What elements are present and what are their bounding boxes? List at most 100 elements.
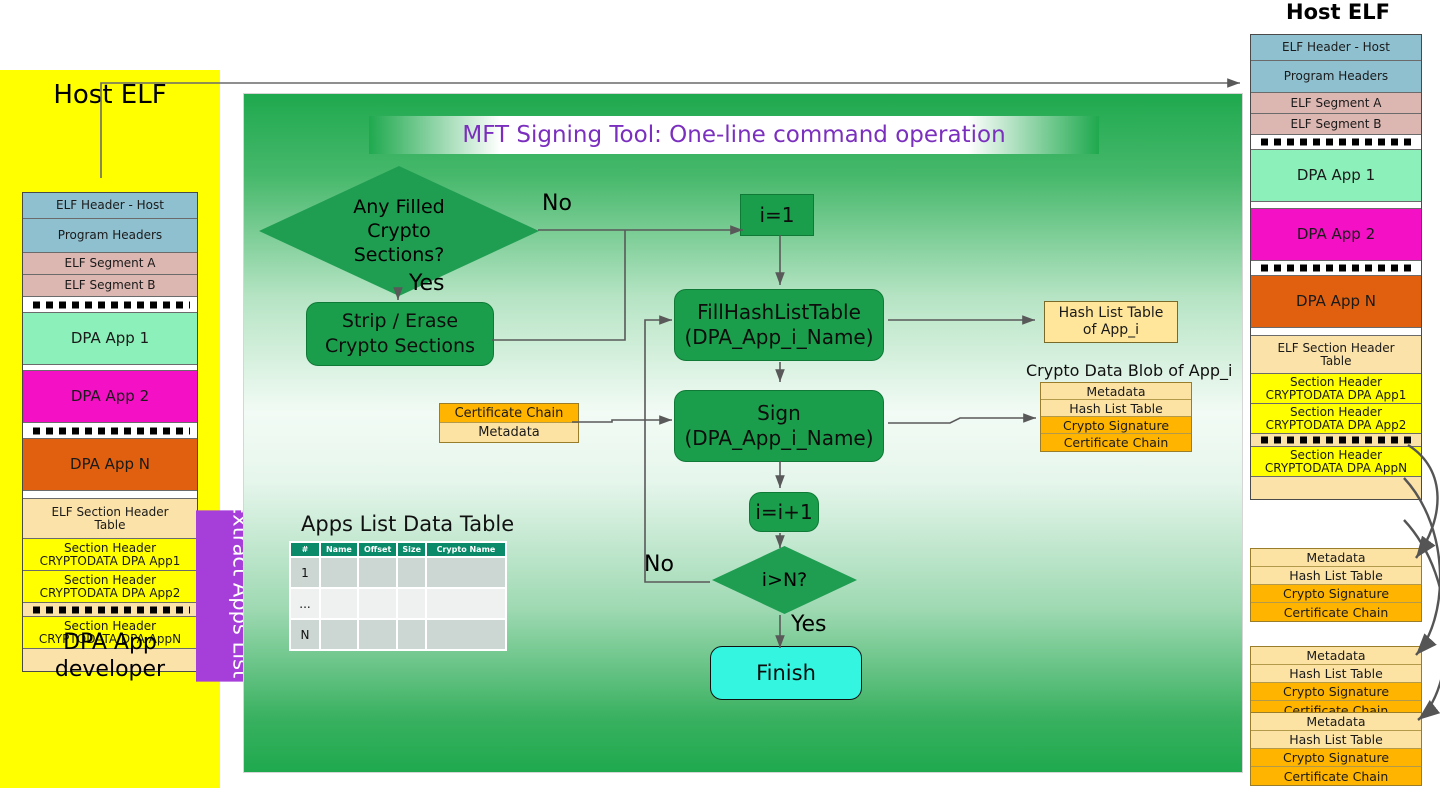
- apps-table-cell: [398, 620, 425, 649]
- elf-row-section-header-cryptodata-dpa-app1: Section Header CRYPTODATA DPA App1: [23, 539, 197, 571]
- elf-row-spacer-4: [23, 297, 197, 313]
- elf-row-label: ELF Segment A: [64, 256, 156, 270]
- elf-row-label: ELF Segment A: [1290, 95, 1382, 110]
- elf-row-spacer-14: [23, 603, 197, 617]
- elf-row-elf-header-host: ELF Header - Host: [1251, 35, 1421, 61]
- blob-row-metadata: Metadata: [1041, 383, 1191, 400]
- elf-row-elf-segment-a: ELF Segment A: [1251, 93, 1421, 114]
- elf-row-label: ELF Header - Host: [56, 198, 164, 212]
- apps-table-cell: [398, 558, 425, 587]
- elf-row-label: DPA App N: [70, 455, 150, 473]
- elf-row-dpa-app-2: DPA App 2: [23, 371, 197, 423]
- apps-table-cell: [398, 589, 425, 618]
- blob-row-hash-list-table: Hash List Table: [1041, 400, 1191, 417]
- strip-erase-crypto-sections-box: Strip / Erase Crypto Sections: [306, 302, 494, 366]
- edge-label-no-1: No: [542, 191, 572, 216]
- elf-row-dpa-app-1: DPA App 1: [23, 313, 197, 365]
- apps-table-cell: [321, 620, 357, 649]
- elf-row-label: ELF Header - Host: [1282, 40, 1390, 54]
- elf-row-section-header-cryptodata-dpa-app2: Section Header CRYPTODATA DPA App2: [1251, 404, 1421, 434]
- mft-signing-tool-panel: MFT Signing Tool: One-line command opera…: [243, 93, 1243, 773]
- elf-row-spacer-6: [1251, 202, 1421, 209]
- elf-row-section-header-cryptodata-dpa-app2: Section Header CRYPTODATA DPA App2: [23, 571, 197, 603]
- apps-table-row: ...: [291, 589, 505, 618]
- elf-row-dpa-app-2: DPA App 2: [1251, 209, 1421, 261]
- crypto-data-blob: Metadata Hash List Table Crypto Signature C…: [1040, 382, 1192, 452]
- elf-row-program-headers: Program Headers: [23, 219, 197, 253]
- blob-row-metadata: Metadata: [1251, 713, 1421, 731]
- blob-row-crypto-signature: Crypto Signature: [1251, 585, 1421, 603]
- blob-row-hash-list-table: Hash List Table: [1251, 665, 1421, 683]
- right-crypto-blob-1: Metadata Hash List Table Crypto Signature C…: [1250, 548, 1422, 622]
- hash-list-table-of-app-box: Hash List Table of App_i: [1044, 301, 1178, 343]
- apps-table-cell: [358, 620, 397, 649]
- elf-row-spacer-16: [1251, 477, 1421, 499]
- left-host-elf-layout: ELF Header - Host Program Headers ELF Segm…: [22, 192, 198, 672]
- elf-row-elf-header-host: ELF Header - Host: [23, 193, 197, 219]
- elf-row-section-header-cryptodata-dpa-appn: Section Header CRYPTODATA DPA AppN: [1251, 447, 1421, 477]
- blob-row-crypto-signature: Crypto Signature: [1251, 683, 1421, 701]
- edge-label-no-2: No: [644, 552, 674, 577]
- elf-row-elf-section-header-table: ELF Section Header Table: [1251, 336, 1421, 374]
- apps-table-cell: [426, 620, 505, 649]
- fill-hash-list-table-box: FillHashListTable (DPA_App_i_Name): [674, 289, 884, 361]
- decision-2-text: i>N?: [761, 569, 808, 591]
- metadata-row: Metadata: [440, 423, 578, 442]
- elf-row-elf-section-header-table: ELF Section Header Table: [23, 499, 197, 539]
- increment-i-box: i=i+1: [749, 492, 819, 532]
- elf-row-spacer-8: [23, 423, 197, 439]
- developer-line-1: DPA App: [63, 630, 157, 655]
- apps-table-cell: [426, 558, 505, 587]
- elf-row-section-header-cryptodata-dpa-app1: Section Header CRYPTODATA DPA App1: [1251, 374, 1421, 404]
- init-i-box: i=1: [740, 194, 814, 236]
- elf-row-spacer-14: [1251, 434, 1421, 447]
- blob-row-certificate-chain: Certificate Chain: [1041, 434, 1191, 451]
- apps-table-header-offset: Offset: [358, 543, 397, 556]
- elf-row-label: ELF Segment B: [1290, 116, 1382, 131]
- elf-row-dpa-app-n: DPA App N: [23, 439, 197, 491]
- apps-table-cell: [426, 589, 505, 618]
- elf-row-label: Program Headers: [57, 228, 163, 242]
- elf-row-label: Section Header CRYPTODATA DPA AppN: [1264, 447, 1408, 475]
- elf-row-label: DPA App N: [1296, 292, 1376, 310]
- panel-title-bar: MFT Signing Tool: One-line command opera…: [369, 116, 1099, 154]
- elf-row-program-headers: Program Headers: [1251, 61, 1421, 93]
- elf-row-spacer-10: [1251, 328, 1421, 336]
- right-host-elf-title: Host ELF: [1286, 0, 1390, 24]
- decision-any-filled-crypto-sections: Any Filled Crypto Sections?: [259, 166, 539, 296]
- apps-table-row: N: [291, 620, 505, 649]
- elf-row-elf-segment-b: ELF Segment B: [1251, 114, 1421, 135]
- elf-row-label: ELF Section Header Table: [1277, 340, 1395, 368]
- apps-table-header-size: Size: [398, 543, 425, 556]
- blob-row-certificate-chain: Certificate Chain: [1251, 603, 1421, 621]
- elf-row-dpa-app-n: DPA App N: [1251, 276, 1421, 328]
- apps-table-header-: #: [291, 543, 319, 556]
- diagram-canvas: Host ELF ELF Header - Host Program Header…: [0, 0, 1440, 788]
- apps-table-cell: [321, 558, 357, 587]
- elf-row-label: Section Header CRYPTODATA DPA App1: [39, 540, 181, 568]
- apps-table-cell: [358, 589, 397, 618]
- left-host-elf-title: Host ELF: [53, 80, 167, 110]
- blob-row-metadata: Metadata: [1251, 549, 1421, 567]
- elf-row-spacer-8: [1251, 261, 1421, 276]
- elf-row-label: DPA App 1: [1296, 166, 1376, 184]
- right-crypto-blob-3: Metadata Hash List Table Crypto Signature C…: [1250, 712, 1422, 786]
- blob-row-metadata: Metadata: [1251, 647, 1421, 665]
- elf-row-label: Section Header CRYPTODATA DPA App1: [1265, 374, 1407, 402]
- elf-row-label: DPA App 2: [70, 387, 150, 405]
- blob-row-crypto-signature: Crypto Signature: [1041, 417, 1191, 434]
- sign-box: Sign (DPA_App_i_Name): [674, 390, 884, 462]
- blob-row-crypto-signature: Crypto Signature: [1251, 749, 1421, 767]
- apps-table-header-row: # Name Offset Size Crypto Name: [291, 543, 505, 556]
- elf-row-label: ELF Segment B: [64, 278, 156, 292]
- apps-list-data-table: # Name Offset Size Crypto Name 1... N: [289, 541, 507, 651]
- apps-table-row: 1: [291, 558, 505, 587]
- decision-1-text: Any Filled Crypto Sections?: [353, 196, 445, 266]
- apps-table-header-name: Name: [321, 543, 357, 556]
- decision-i-gt-n: i>N?: [712, 546, 857, 614]
- edge-label-yes-1: Yes: [409, 271, 445, 296]
- crypto-data-blob-caption: Crypto Data Blob of App_i: [1026, 361, 1233, 380]
- apps-table-body: 1... N: [291, 558, 505, 649]
- cert-metadata-input: Certificate Chain Metadata: [439, 403, 579, 443]
- apps-table-cell: ...: [291, 589, 319, 618]
